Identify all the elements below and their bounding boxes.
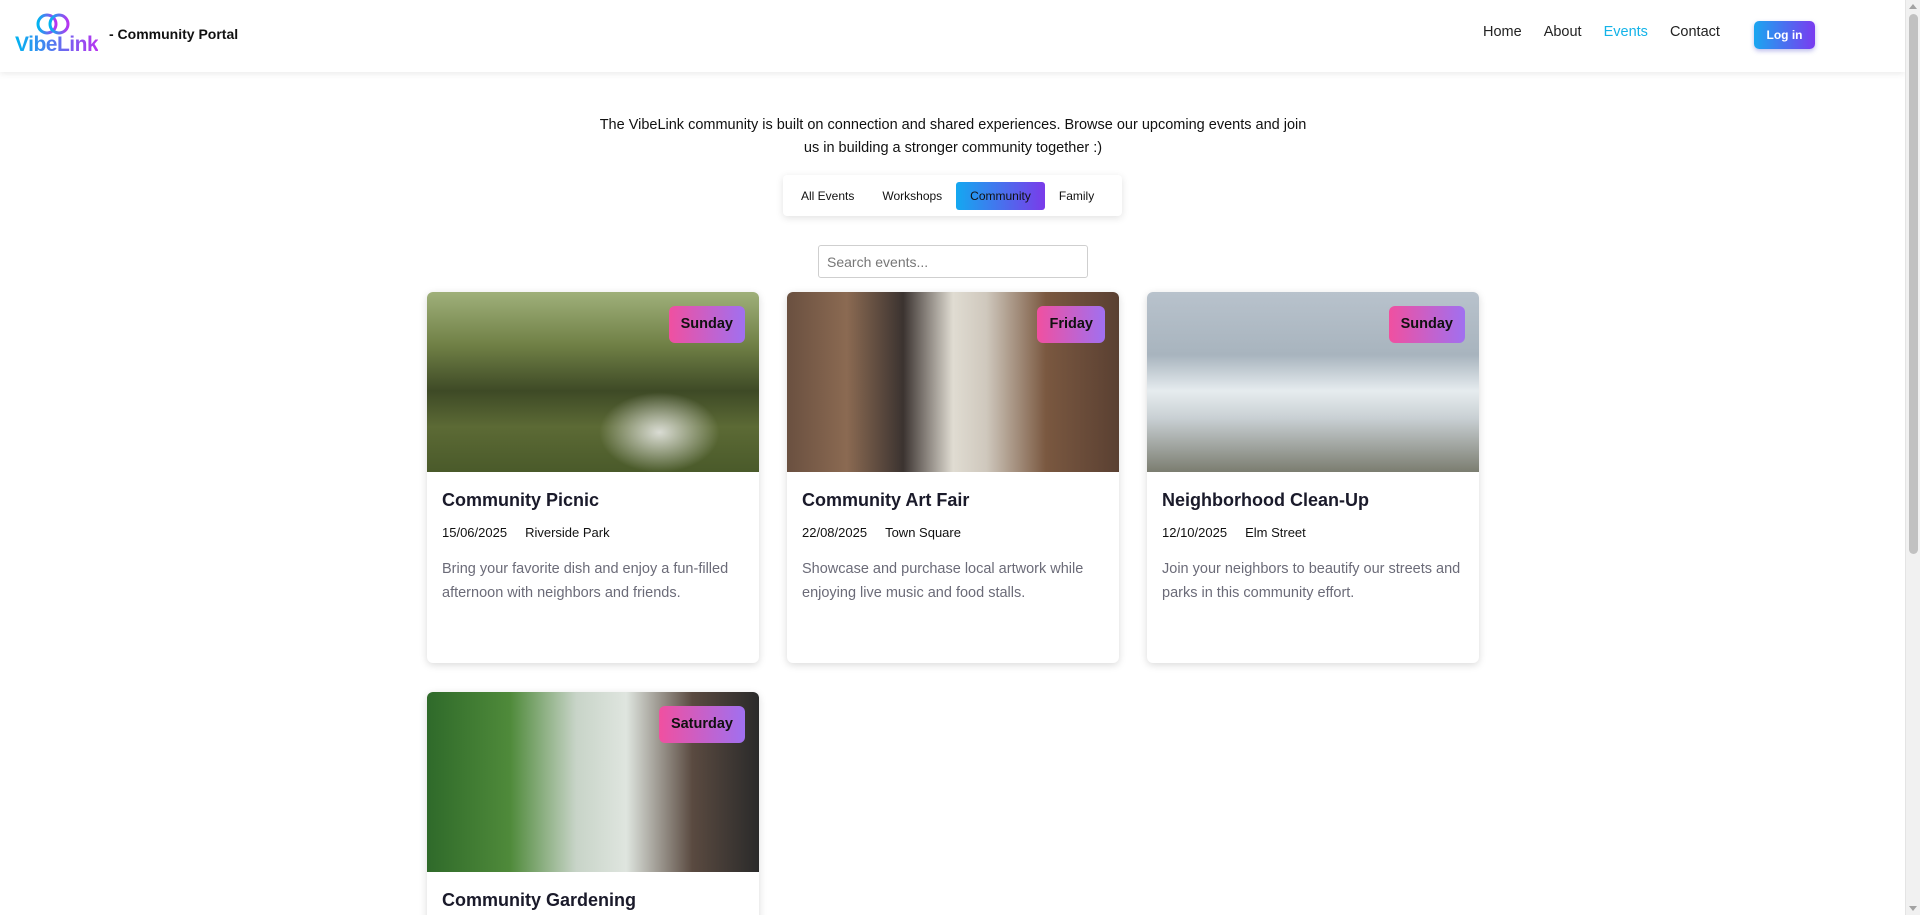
event-description: Showcase and purchase local artwork whil… xyxy=(802,561,1084,601)
event-meta: 15/06/2025 Riverside Park xyxy=(442,525,744,540)
filter-all-events[interactable]: All Events xyxy=(787,182,868,210)
login-button[interactable]: Log in xyxy=(1754,21,1815,49)
portal-subtitle: - Community Portal xyxy=(109,26,239,42)
event-date: 22/08/2025 xyxy=(802,525,868,540)
scrollbar-thumb[interactable] xyxy=(1909,14,1918,554)
event-card[interactable]: Sunday Community Picnic 15/06/2025 Rivers… xyxy=(427,292,759,663)
day-badge: Saturday xyxy=(658,706,745,743)
event-description: Join your neighbors to beautify our stre… xyxy=(1162,561,1461,601)
logo-text: VibeLink xyxy=(15,33,99,56)
event-title: Community Picnic xyxy=(442,490,600,510)
page: VibeLink - Community Portal Home About E… xyxy=(0,0,1920,915)
day-badge: Sunday xyxy=(1388,306,1465,343)
filter-family[interactable]: Family xyxy=(1045,182,1108,210)
event-location: Town Square xyxy=(885,525,961,540)
vibelink-logo[interactable]: VibeLink xyxy=(14,11,99,57)
scroll-up-arrow-icon[interactable] xyxy=(1909,4,1917,9)
scroll-down-arrow-icon[interactable] xyxy=(1909,906,1917,911)
filter-workshops[interactable]: Workshops xyxy=(868,182,956,210)
nav-contact[interactable]: Contact xyxy=(1670,24,1720,40)
event-card[interactable]: Saturday Community Gardening xyxy=(427,692,759,915)
main-nav: Home About Events Contact xyxy=(1483,24,1742,40)
nav-about[interactable]: About xyxy=(1544,24,1582,40)
clean-up-photo: Sunday xyxy=(1147,292,1479,472)
nav-events[interactable]: Events xyxy=(1604,24,1648,40)
nav-home[interactable]: Home xyxy=(1483,24,1522,40)
event-location: Elm Street xyxy=(1245,525,1306,540)
art-fair-photo: Friday xyxy=(787,292,1119,472)
event-date: 15/06/2025 xyxy=(442,525,508,540)
event-filter-tabs: All Events Workshops Community Family xyxy=(783,175,1122,216)
filter-community[interactable]: Community xyxy=(956,181,1045,210)
page-scrollbar[interactable] xyxy=(1905,0,1920,915)
event-title: Community Gardening xyxy=(442,890,637,910)
event-meta: 12/10/2025 Elm Street xyxy=(1162,525,1464,540)
site-header: VibeLink - Community Portal Home About E… xyxy=(0,0,1905,72)
event-card[interactable]: Sunday Neighborhood Clean-Up 12/10/2025 E… xyxy=(1147,292,1479,663)
search-events-input[interactable] xyxy=(818,245,1088,278)
intro-text: The VibeLink community is built on conne… xyxy=(599,117,1307,156)
day-badge: Friday xyxy=(1037,306,1105,343)
event-title: Community Art Fair xyxy=(802,490,970,510)
gardening-photo: Saturday xyxy=(427,692,759,872)
event-title: Neighborhood Clean-Up xyxy=(1162,490,1369,510)
event-meta: 22/08/2025 Town Square xyxy=(802,525,1104,540)
picnic-photo: Sunday xyxy=(427,292,759,472)
event-date: 12/10/2025 xyxy=(1162,525,1228,540)
event-description: Bring your favorite dish and enjoy a fun… xyxy=(442,561,729,601)
event-location: Riverside Park xyxy=(525,525,610,540)
event-card[interactable]: Friday Community Art Fair 22/08/2025 Town… xyxy=(787,292,1119,663)
day-badge: Sunday xyxy=(668,306,745,343)
